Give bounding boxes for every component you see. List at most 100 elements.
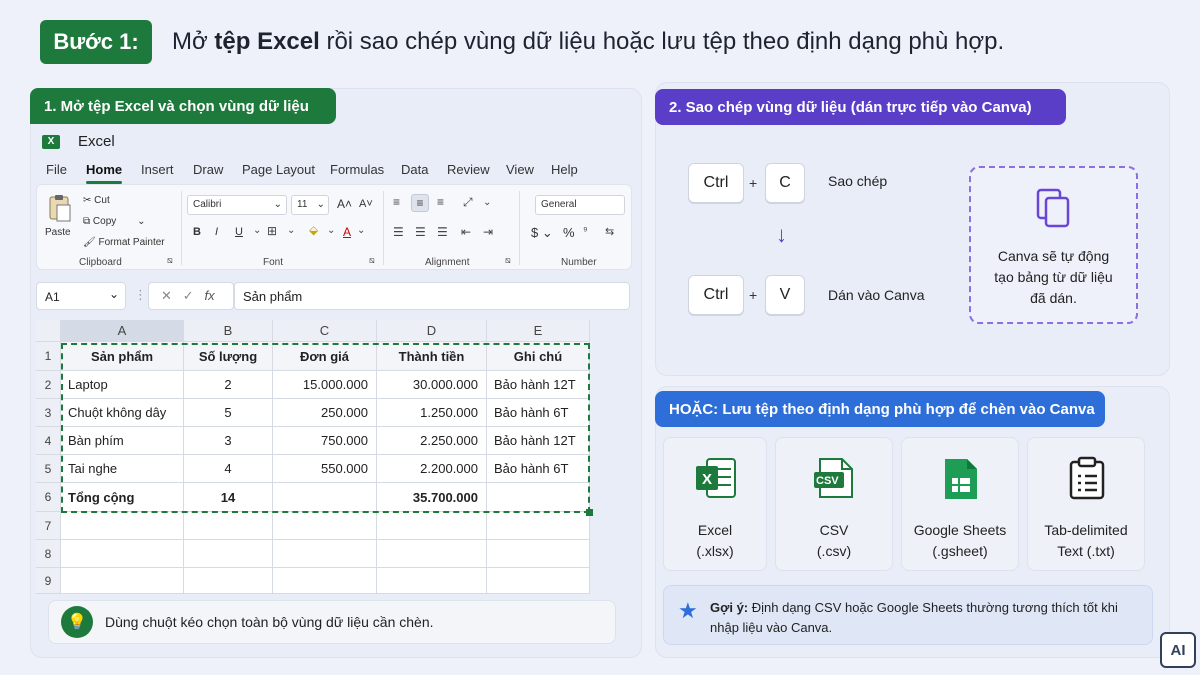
- orientation-icon[interactable]: ⤢: [463, 195, 473, 210]
- dialog-launcher-icon[interactable]: ⧅: [369, 255, 375, 266]
- column-header-d[interactable]: D: [377, 320, 487, 342]
- select-all-corner[interactable]: [36, 320, 61, 342]
- cancel-icon[interactable]: ✕: [161, 288, 172, 303]
- table-header-cell[interactable]: Số lượng: [184, 342, 273, 371]
- table-cell[interactable]: Bảo hành 12T: [487, 427, 590, 455]
- row-header[interactable]: 4: [36, 427, 61, 455]
- copy-button[interactable]: ⧉ Copy ⌄: [83, 216, 145, 227]
- empty-cell[interactable]: [273, 568, 377, 594]
- total-label-cell[interactable]: Tổng cộng: [61, 483, 184, 512]
- row-header[interactable]: 6: [36, 483, 61, 512]
- column-header-a[interactable]: A: [61, 320, 184, 342]
- table-cell[interactable]: Laptop: [61, 371, 184, 399]
- table-cell[interactable]: 2: [184, 371, 273, 399]
- total-qty-cell[interactable]: 14: [184, 483, 273, 512]
- row-header[interactable]: 9: [36, 568, 61, 594]
- chevron-down-icon[interactable]: ⌄: [253, 225, 261, 236]
- table-cell[interactable]: [273, 483, 377, 512]
- bold-button[interactable]: B: [193, 226, 201, 238]
- italic-button[interactable]: I: [215, 226, 218, 238]
- cut-button[interactable]: ✂ Cut: [83, 195, 110, 206]
- menu-file[interactable]: File: [46, 162, 67, 177]
- grow-font-button[interactable]: A˄: [337, 197, 352, 211]
- row-header[interactable]: 3: [36, 399, 61, 427]
- empty-cell[interactable]: [487, 568, 590, 594]
- menu-page-layout[interactable]: Page Layout: [242, 162, 315, 177]
- empty-cell[interactable]: [61, 540, 184, 568]
- empty-cell[interactable]: [61, 512, 184, 540]
- menu-draw[interactable]: Draw: [193, 162, 223, 177]
- table-cell[interactable]: 550.000: [273, 455, 377, 483]
- fill-color-icon[interactable]: ⬙: [309, 223, 318, 237]
- row-header[interactable]: 7: [36, 512, 61, 540]
- format-painter-button[interactable]: 🖌 Format Painter: [83, 237, 165, 248]
- table-cell[interactable]: 2.200.000: [377, 455, 487, 483]
- format-card-csv[interactable]: CSV CSV (.csv): [775, 437, 893, 571]
- table-cell[interactable]: 2.250.000: [377, 427, 487, 455]
- comma-style-icon[interactable]: ⁹: [583, 225, 588, 237]
- table-cell[interactable]: [487, 483, 590, 512]
- empty-cell[interactable]: [377, 512, 487, 540]
- menu-help[interactable]: Help: [551, 162, 578, 177]
- paste-button[interactable]: Paste: [45, 191, 75, 247]
- font-name-select[interactable]: Calibri ⌄: [187, 195, 287, 215]
- empty-cell[interactable]: [61, 568, 184, 594]
- row-header[interactable]: 2: [36, 371, 61, 399]
- align-right-icon[interactable]: ☰: [437, 225, 448, 239]
- align-center-icon[interactable]: ☰: [415, 225, 426, 239]
- column-header-e[interactable]: E: [487, 320, 590, 342]
- chevron-down-icon[interactable]: ⌄: [327, 225, 335, 236]
- empty-cell[interactable]: [184, 512, 273, 540]
- formula-input[interactable]: Sản phẩm: [234, 282, 630, 310]
- empty-cell[interactable]: [377, 540, 487, 568]
- table-cell[interactable]: 1.250.000: [377, 399, 487, 427]
- empty-cell[interactable]: [184, 540, 273, 568]
- decrease-indent-icon[interactable]: ⇤: [461, 225, 471, 239]
- dialog-launcher-icon[interactable]: ⧅: [167, 255, 173, 266]
- table-cell[interactable]: Bảo hành 6T: [487, 455, 590, 483]
- total-amount-cell[interactable]: 35.700.000: [377, 483, 487, 512]
- row-header[interactable]: 1: [36, 342, 61, 371]
- table-cell[interactable]: 750.000: [273, 427, 377, 455]
- number-format-select[interactable]: General: [535, 195, 625, 215]
- table-cell[interactable]: Bàn phím: [61, 427, 184, 455]
- row-header[interactable]: 8: [36, 540, 61, 568]
- fill-handle[interactable]: [586, 509, 593, 516]
- empty-cell[interactable]: [487, 540, 590, 568]
- table-cell[interactable]: Bảo hành 6T: [487, 399, 590, 427]
- table-header-cell[interactable]: Sản phẩm: [61, 342, 184, 371]
- menu-formulas[interactable]: Formulas: [330, 162, 384, 177]
- column-header-b[interactable]: B: [184, 320, 273, 342]
- menu-review[interactable]: Review: [447, 162, 490, 177]
- underline-button[interactable]: U: [235, 226, 243, 238]
- decimal-icon[interactable]: ⇆: [605, 225, 614, 238]
- chevron-down-icon[interactable]: ⌄: [483, 197, 491, 208]
- menu-home[interactable]: Home: [86, 162, 122, 177]
- menu-insert[interactable]: Insert: [141, 162, 174, 177]
- table-cell[interactable]: 3: [184, 427, 273, 455]
- format-card-google-sheets[interactable]: Google Sheets (.gsheet): [901, 437, 1019, 571]
- format-card-excel[interactable]: X Excel (.xlsx): [663, 437, 767, 571]
- table-header-cell[interactable]: Ghi chú: [487, 342, 590, 371]
- table-cell[interactable]: 30.000.000: [377, 371, 487, 399]
- align-middle-icon[interactable]: ≡: [411, 194, 429, 212]
- table-cell[interactable]: 15.000.000: [273, 371, 377, 399]
- empty-cell[interactable]: [184, 568, 273, 594]
- column-header-c[interactable]: C: [273, 320, 377, 342]
- font-size-select[interactable]: 11 ⌄: [291, 195, 329, 215]
- empty-cell[interactable]: [273, 540, 377, 568]
- dialog-launcher-icon[interactable]: ⧅: [505, 255, 511, 266]
- currency-button[interactable]: $ ⌄: [531, 225, 553, 241]
- shrink-font-button[interactable]: A˅: [359, 198, 373, 210]
- table-cell[interactable]: 250.000: [273, 399, 377, 427]
- table-cell[interactable]: Chuột không dây: [61, 399, 184, 427]
- align-top-icon[interactable]: ≡: [393, 195, 400, 209]
- table-header-cell[interactable]: Đơn giá: [273, 342, 377, 371]
- empty-cell[interactable]: [487, 512, 590, 540]
- table-header-cell[interactable]: Thành tiền: [377, 342, 487, 371]
- format-card-text[interactable]: Tab-delimited Text (.txt): [1027, 437, 1145, 571]
- table-cell[interactable]: 5: [184, 399, 273, 427]
- align-left-icon[interactable]: ☰: [393, 225, 404, 239]
- empty-cell[interactable]: [273, 512, 377, 540]
- table-cell[interactable]: Tai nghe: [61, 455, 184, 483]
